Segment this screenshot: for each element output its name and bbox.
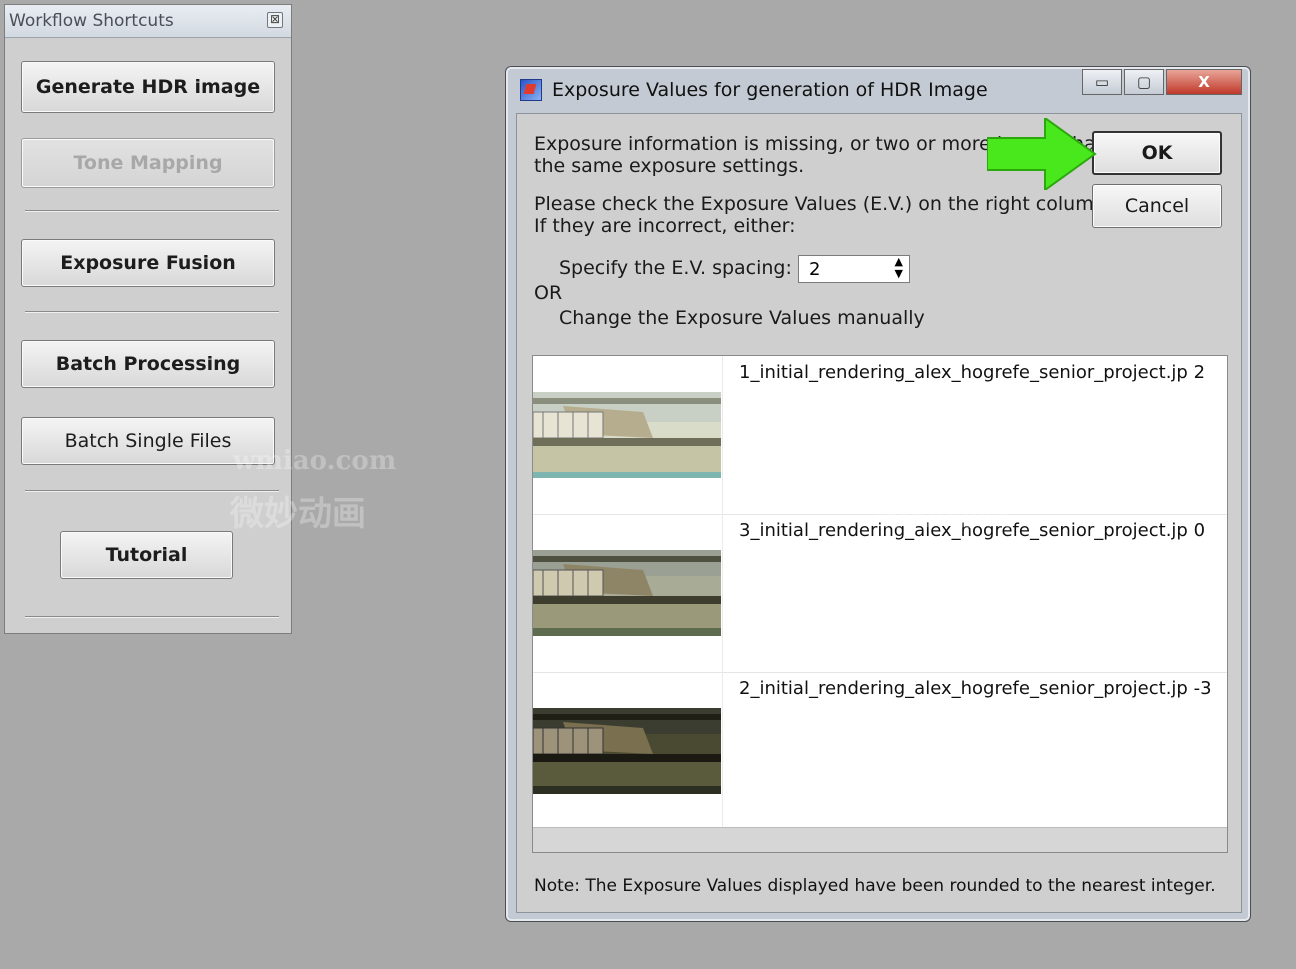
ev-spacing-label: Specify the E.V. spacing: (559, 257, 792, 279)
missing-info-text-line2: the same exposure settings. (534, 155, 805, 177)
ev-spacing-value: 2 (809, 259, 821, 280)
divider (25, 311, 279, 313)
close-icon[interactable]: X (1166, 69, 1242, 95)
dialog-title: Exposure Values for generation of HDR Im… (552, 79, 988, 101)
tone-mapping-button: Tone Mapping (21, 138, 275, 188)
ev-spacing-spinner[interactable]: 2 ▲ ▼ (798, 255, 910, 283)
list-item[interactable]: 3_initial_rendering_alex_hogrefe_senior_… (532, 514, 1227, 673)
panel-title-bar[interactable]: Workflow Shortcuts ⊠ (5, 5, 291, 38)
batch-processing-button[interactable]: Batch Processing (21, 340, 275, 388)
rounding-note: Note: The Exposure Values displayed have… (534, 876, 1216, 896)
list-footer-bar (533, 827, 1227, 852)
image-ev-label: 2_initial_rendering_alex_hogrefe_senior_… (739, 678, 1212, 699)
image-thumbnail (532, 550, 721, 636)
image-thumbnail (532, 392, 721, 478)
minimize-icon[interactable]: ▭ (1082, 69, 1122, 95)
watermark-latin: wmiao.com (878, 446, 1042, 476)
maximize-icon[interactable]: ▢ (1124, 69, 1164, 95)
workflow-shortcuts-panel: Workflow Shortcuts ⊠ Generate HDR image … (4, 4, 292, 634)
exposure-image-list[interactable]: 1_initial_rendering_alex_hogrefe_senior_… (532, 355, 1228, 853)
divider (25, 616, 279, 618)
divider (25, 210, 279, 212)
generate-hdr-button[interactable]: Generate HDR image (21, 61, 275, 113)
image-ev-label: 1_initial_rendering_alex_hogrefe_senior_… (739, 362, 1206, 383)
column-divider (722, 514, 723, 672)
cancel-button[interactable]: Cancel (1092, 184, 1222, 228)
list-item[interactable]: 2_initial_rendering_alex_hogrefe_senior_… (532, 672, 1227, 831)
manual-change-label: Change the Exposure Values manually (559, 307, 925, 329)
ok-button[interactable]: OK (1092, 131, 1222, 175)
image-thumbnail (532, 708, 721, 794)
panel-title: Workflow Shortcuts (9, 11, 174, 31)
or-label: OR (534, 282, 563, 304)
spinner-arrows-icon[interactable]: ▲ ▼ (895, 256, 903, 280)
exposure-fusion-button[interactable]: Exposure Fusion (21, 239, 275, 287)
column-divider (722, 356, 723, 514)
column-divider (722, 672, 723, 830)
close-icon[interactable]: ⊠ (267, 12, 283, 28)
check-ev-text-line1: Please check the Exposure Values (E.V.) … (534, 193, 1112, 215)
app-icon (520, 79, 542, 101)
watermark-cjk: 微妙动画 (230, 494, 366, 534)
watermark-cjk: 微妙动画 (876, 494, 1012, 534)
watermark-latin: wmiao.com (233, 446, 397, 476)
green-arrow-icon (987, 118, 1097, 190)
check-ev-text-line2: If they are incorrect, either: (534, 215, 796, 237)
tutorial-button[interactable]: Tutorial (60, 531, 233, 579)
